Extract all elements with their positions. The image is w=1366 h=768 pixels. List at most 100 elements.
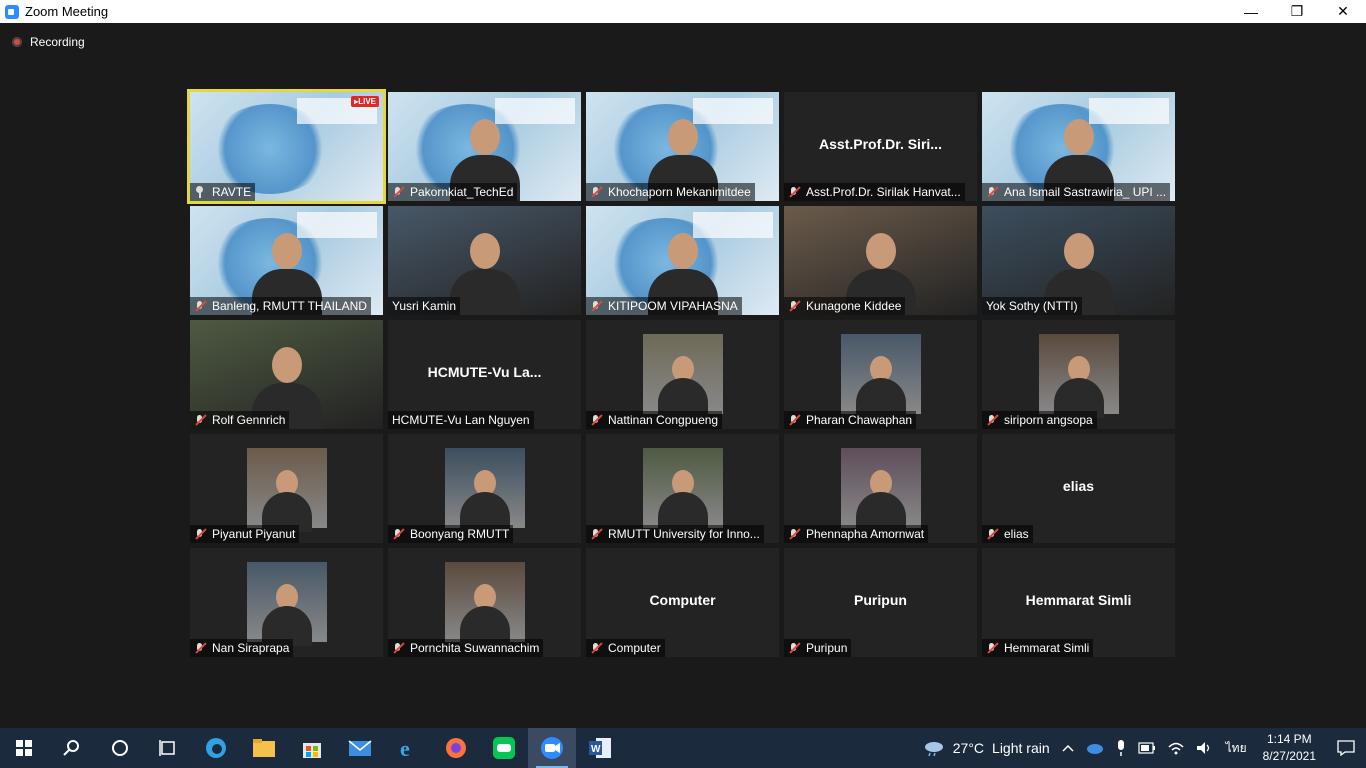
internet-explorer-icon: e <box>400 736 410 760</box>
participant-display-name: elias <box>1062 478 1095 494</box>
muted-mic-icon <box>788 300 800 312</box>
participant-tile[interactable]: Computer Computer <box>586 548 779 657</box>
recording-indicator[interactable]: Recording <box>12 35 85 49</box>
participant-name-tag: Ana Ismail Sastrawiria_ UPI ... <box>982 183 1171 201</box>
mail-icon <box>348 740 372 756</box>
onedrive-icon[interactable] <box>1086 742 1104 754</box>
participant-name-tag: Pornchita Suwannachim <box>388 639 544 657</box>
muted-mic-icon <box>788 186 800 198</box>
participant-display-name: Computer <box>649 592 716 608</box>
chevron-up-icon[interactable] <box>1062 744 1074 752</box>
muted-mic-icon <box>590 642 602 654</box>
participant-name-tag: HCMUTE-Vu Lan Nguyen <box>388 411 534 429</box>
participant-tile[interactable]: Banleng, RMUTT THAILAND <box>190 206 383 315</box>
muted-mic-icon <box>194 414 206 426</box>
participant-tile[interactable]: Rolf Gennrich <box>190 320 383 429</box>
participant-tile[interactable]: Puripun Puripun <box>784 548 977 657</box>
participant-tile[interactable]: Nattinan Congpueng <box>586 320 779 429</box>
participant-name-tag: Yok Sothy (NTTI) <box>982 297 1082 315</box>
participant-name: Pharan Chawaphan <box>806 413 913 427</box>
profile-photo <box>840 334 921 418</box>
muted-mic-icon <box>194 642 206 654</box>
participant-tile[interactable]: Boonyang RMUTT <box>388 434 581 543</box>
participant-display-name: Puripun <box>854 592 907 608</box>
participant-tile[interactable]: Yok Sothy (NTTI) <box>982 206 1175 315</box>
muted-mic-icon <box>590 186 602 198</box>
participant-tile[interactable]: ▸LIVE RAVTE <box>190 92 383 201</box>
profile-photo <box>444 448 525 532</box>
clock-date: 8/27/2021 <box>1262 749 1316 763</box>
participant-name-tag: Rolf Gennrich <box>190 411 290 429</box>
maximize-button[interactable]: ❐ <box>1274 0 1320 23</box>
svg-text:W: W <box>591 744 601 755</box>
volume-icon[interactable] <box>1196 741 1214 755</box>
firefox-button[interactable] <box>432 728 480 768</box>
participant-name: RMUTT University for Inno... <box>608 527 760 541</box>
participant-name-tag: Phennapha Amornwat <box>784 525 929 543</box>
participant-display-name: Asst.Prof.Dr. Siri... <box>819 136 942 152</box>
participant-name: Puripun <box>806 641 848 655</box>
zoom-taskbar-button[interactable] <box>528 728 576 768</box>
wifi-icon[interactable] <box>1168 741 1184 755</box>
participant-tile[interactable]: Nan Siraprapa <box>190 548 383 657</box>
muted-mic-icon <box>788 414 800 426</box>
participant-tile[interactable]: KITIPOOM VIPAHASNA <box>586 206 779 315</box>
window-title: Zoom Meeting <box>25 4 109 19</box>
store-button[interactable] <box>288 728 336 768</box>
participant-tile[interactable]: Asst.Prof.Dr. Siri... Asst.Prof.Dr. Siril… <box>784 92 977 201</box>
participant-name: Pakornkiat_TechEd <box>410 185 514 199</box>
participant-tile[interactable]: Hemmarat Simli Hemmarat Simli <box>982 548 1175 657</box>
windows-icon <box>16 740 32 756</box>
file-explorer-button[interactable] <box>240 728 288 768</box>
participant-tile[interactable]: Phennapha Amornwat <box>784 434 977 543</box>
participant-tile[interactable]: HCMUTE-Vu La... HCMUTE-Vu Lan Nguyen <box>388 320 581 429</box>
participant-name-tag: Boonyang RMUTT <box>388 525 514 543</box>
participant-name-tag: Asst.Prof.Dr. Sirilak Hanvat... <box>784 183 965 201</box>
clock[interactable]: 1:14 PM 8/27/2021 <box>1263 731 1316 765</box>
language-indicator[interactable]: ไทย <box>1226 739 1247 758</box>
system-tray: 27°C Light rain ไทย 1:14 PM 8/27/2021 <box>917 728 1366 768</box>
start-button[interactable] <box>0 728 48 768</box>
participant-tile[interactable]: Khochaporn Mekanimitdee <box>586 92 779 201</box>
participant-tile[interactable]: Piyanut Piyanut <box>190 434 383 543</box>
participant-tile[interactable]: Pornchita Suwannachim <box>388 548 581 657</box>
muted-mic-icon <box>194 528 206 540</box>
svg-text:e: e <box>400 736 410 760</box>
microphone-icon[interactable] <box>1116 740 1126 756</box>
participant-name: Phennapha Amornwat <box>806 527 925 541</box>
participant-name-tag: RMUTT University for Inno... <box>586 525 764 543</box>
muted-mic-icon <box>986 642 998 654</box>
participant-tile[interactable]: RMUTT University for Inno... <box>586 434 779 543</box>
participant-name: Asst.Prof.Dr. Sirilak Hanvat... <box>806 185 961 199</box>
cortana-button[interactable] <box>96 728 144 768</box>
search-button[interactable] <box>48 728 96 768</box>
line-button[interactable] <box>480 728 528 768</box>
muted-mic-icon <box>788 642 800 654</box>
task-view-button[interactable] <box>144 728 192 768</box>
participant-tile[interactable]: Pharan Chawaphan <box>784 320 977 429</box>
edge-button[interactable] <box>192 728 240 768</box>
notification-button[interactable] <box>1326 728 1366 768</box>
weather-widget[interactable]: 27°C Light rain <box>923 740 1050 756</box>
participant-name-tag: Puripun <box>784 639 852 657</box>
participant-display-name: Hemmarat Simli <box>1025 592 1132 608</box>
close-button[interactable]: ✕ <box>1320 0 1366 23</box>
line-icon <box>493 737 515 759</box>
notification-icon <box>1337 740 1355 756</box>
mail-button[interactable] <box>336 728 384 768</box>
battery-icon[interactable] <box>1138 742 1156 754</box>
participant-tile[interactable]: Kunagone Kiddee <box>784 206 977 315</box>
participant-tile[interactable]: elias elias <box>982 434 1175 543</box>
participant-name-tag: Nattinan Congpueng <box>586 411 723 429</box>
ie-button[interactable]: e <box>384 728 432 768</box>
word-button[interactable]: W <box>576 728 624 768</box>
participant-name-tag: Hemmarat Simli <box>982 639 1094 657</box>
participant-tile[interactable]: Pakornkiat_TechEd <box>388 92 581 201</box>
muted-mic-icon <box>986 528 998 540</box>
participant-tile[interactable]: Ana Ismail Sastrawiria_ UPI ... <box>982 92 1175 201</box>
participant-tile[interactable]: siriporn angsopa <box>982 320 1175 429</box>
store-icon <box>303 743 321 758</box>
minimize-button[interactable]: — <box>1228 0 1274 23</box>
participant-tile[interactable]: Yusri Kamin <box>388 206 581 315</box>
cortana-icon <box>112 740 128 756</box>
